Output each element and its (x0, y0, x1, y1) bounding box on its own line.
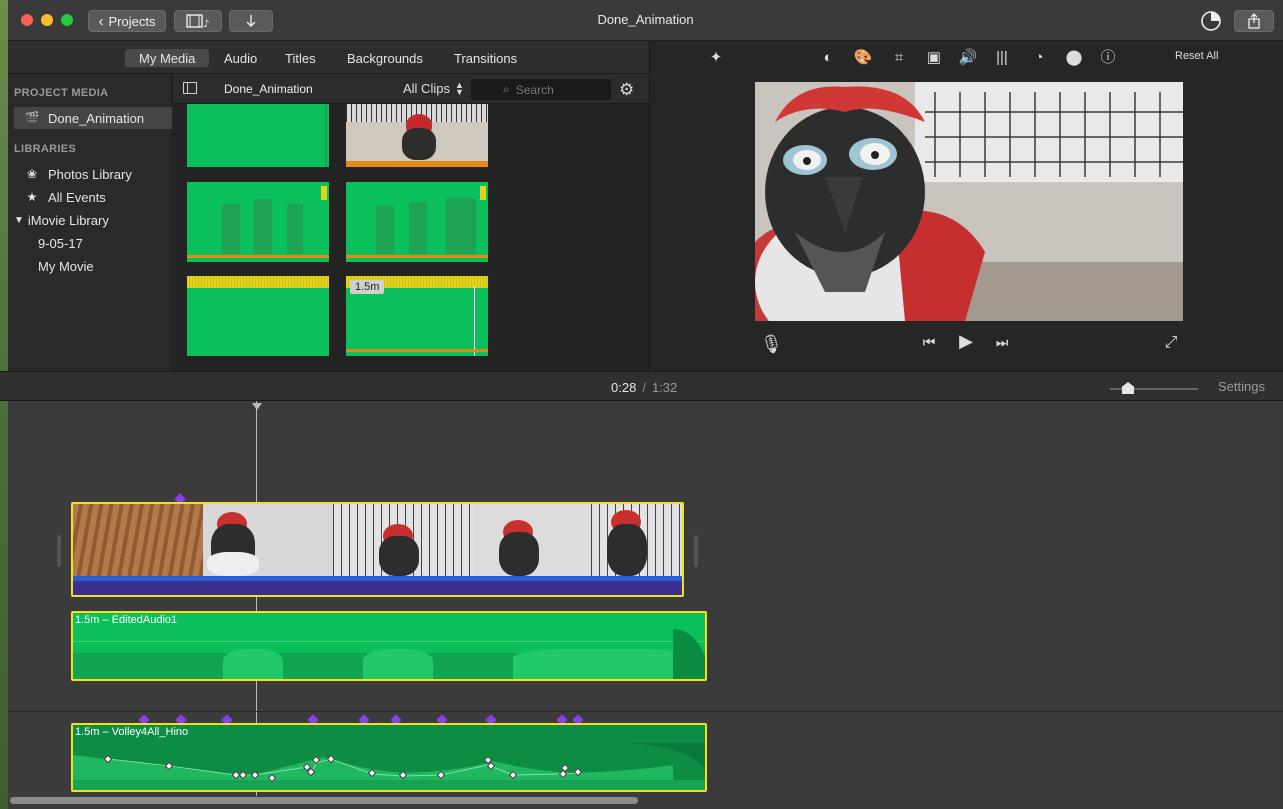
microphone-icon[interactable]: 🎙 (760, 334, 783, 355)
equalizer-icon[interactable]: ||| (992, 48, 1012, 68)
horizontal-scrollbar[interactable] (10, 797, 638, 804)
play-icon[interactable]: ▶ (955, 331, 977, 352)
sidebar-item-label: Photos Library (48, 166, 132, 182)
disclosure-triangle-icon[interactable]: ▼ (14, 215, 24, 226)
clip-grid: 1.5m (173, 104, 649, 371)
sidebar-item-imovie-library[interactable]: ▼ iMovie Library (14, 209, 172, 231)
filmstrip-frame (333, 504, 473, 576)
zoom-slider-track[interactable] (1110, 382, 1198, 394)
video-clip-thumbnail[interactable] (346, 104, 488, 167)
filmstrip-frame (473, 504, 591, 576)
clip-thumbnail[interactable] (187, 182, 329, 262)
clip-audio-strip (73, 576, 682, 581)
clip-trim-handle[interactable] (57, 535, 61, 567)
search-icon: ⌕ (503, 82, 510, 96)
speed-icon[interactable]: ◔ (1029, 48, 1049, 68)
clip-filter-label: All Clips (403, 81, 450, 96)
up-down-chevron-icon: ▲ ▼ (454, 79, 464, 97)
viewer-panel: ✦ ◐ 🎨 ⌗ ▣ 🔊 ||| ◔ ⬤ ⓘ Reset All 🎙 ⏮ ▶ ⏭ … (649, 41, 1283, 371)
tab-my-media[interactable]: My Media (125, 49, 210, 67)
magic-wand-icon[interactable]: ✦ (706, 48, 726, 68)
playhead-handle[interactable] (252, 403, 262, 410)
sidebar-item-label: iMovie Library (27, 212, 109, 228)
libraries-heading: LIBRARIES (14, 143, 76, 155)
title-bar: ‹ Projects ♪ Done_Animation (8, 0, 1283, 41)
sidebar-item-my-movie[interactable]: My Movie (14, 255, 172, 277)
skip-forward-icon[interactable]: ⏭ (993, 334, 1011, 351)
settings-button[interactable]: Settings (1218, 379, 1265, 394)
search-input[interactable]: ⌕ Search (471, 79, 611, 100)
track-divider (8, 711, 1283, 712)
clip-thumbnail[interactable]: 1.5m (346, 276, 488, 356)
audio-clip-volley4all-hino[interactable]: 1.5m – Volley4All_Hino (71, 723, 707, 792)
timeline: 1.5m – EditedAudio1 1.5m – Volley4All_Hi… (8, 401, 1283, 809)
color-palette-icon[interactable]: 🎨 (853, 48, 873, 68)
share-button[interactable] (1234, 10, 1274, 32)
search-placeholder: Search (515, 82, 554, 97)
sidebar-item-label: My Movie (38, 258, 94, 274)
sidebar-item-label: 9-05-17 (38, 235, 83, 251)
clip-thumbnail[interactable] (187, 104, 329, 167)
video-clip[interactable] (71, 502, 684, 597)
stabilization-camera-icon[interactable]: ▣ (924, 48, 944, 68)
library-sidebar: PROJECT MEDIA 🎬 Done_Animation LIBRARIES… (8, 74, 172, 371)
color-balance-icon[interactable]: ◐ (818, 48, 838, 68)
audio-clip-label: 1.5m – EditedAudio1 (75, 614, 178, 626)
sidebar-item-photos-library[interactable]: ❀ Photos Library (14, 163, 172, 185)
clip-filter-icon[interactable]: ⬤ (1064, 48, 1084, 68)
timeline-header: 0:28 / 1:32 Settings (0, 371, 1283, 401)
media-tab-bar: My Media Audio Titles Backgrounds Transi… (8, 41, 649, 74)
filmstrip-frame (73, 504, 203, 576)
clip-thumbnail[interactable] (187, 276, 329, 356)
sidebar-item-event-9-05-17[interactable]: 9-05-17 (14, 232, 172, 254)
project-media-heading: PROJECT MEDIA (14, 87, 109, 99)
tab-audio[interactable]: Audio (210, 49, 271, 67)
video-preview[interactable] (755, 82, 1183, 321)
tab-backgrounds[interactable]: Backgrounds (333, 49, 437, 67)
sidebar-item-done-animation[interactable]: 🎬 Done_Animation (14, 107, 172, 129)
star-icon: ★ (26, 190, 38, 204)
sidebar-toggle-icon[interactable] (183, 82, 197, 94)
tab-titles[interactable]: Titles (271, 49, 330, 67)
clip-thumbnail[interactable] (346, 182, 488, 262)
clip-browser-title: Done_Animation (224, 82, 313, 96)
sidebar-item-label: Done_Animation (48, 110, 145, 126)
volume-envelope (73, 743, 705, 790)
skip-back-icon[interactable]: ⏮ (920, 334, 938, 351)
audio-clip-edited-audio[interactable]: 1.5m – EditedAudio1 (71, 611, 707, 681)
tab-transitions[interactable]: Transitions (440, 49, 531, 67)
timecode-display: 0:28 / 1:32 (611, 380, 677, 395)
desktop-edge (0, 0, 8, 809)
filmstrip-frame (591, 504, 682, 576)
info-icon[interactable]: ⓘ (1098, 48, 1118, 68)
reset-all-button[interactable]: Reset All (1175, 50, 1218, 62)
current-time: 0:28 (611, 380, 637, 395)
clapperboard-icon: 🎬 (24, 111, 40, 125)
media-browser: My Media Audio Titles Backgrounds Transi… (8, 41, 649, 371)
enhance-timing-icon[interactable] (1200, 10, 1222, 32)
window-title: Done_Animation (597, 12, 694, 27)
share-icon (1248, 13, 1260, 29)
fullscreen-expand-icon[interactable]: ⤢ (1160, 334, 1182, 352)
duration-badge: 1.5m (350, 280, 385, 294)
sidebar-item-label: All Events (48, 189, 106, 205)
zoom-slider-thumb[interactable] (1122, 382, 1134, 394)
gear-icon[interactable]: ⚙ (619, 80, 634, 100)
filmstrip-frame (203, 504, 333, 576)
sidebar-item-all-events[interactable]: ★ All Events (14, 186, 172, 208)
preview-frame-image (755, 82, 1183, 321)
total-time: 1:32 (651, 380, 678, 395)
crop-icon[interactable]: ⌗ (889, 48, 909, 68)
clip-trim-handle[interactable] (694, 535, 698, 567)
photos-flower-icon: ❀ (26, 167, 38, 181)
clip-browser-header: Done_Animation All Clips ▲ ▼ ⌕ Search ⚙ (173, 74, 649, 104)
time-separator: / (642, 380, 646, 395)
clip-filter-dropdown[interactable]: All Clips ▲ ▼ (403, 79, 464, 97)
volume-icon[interactable]: 🔊 (958, 48, 978, 68)
adjustments-toolbar: ✦ ◐ 🎨 ⌗ ▣ 🔊 ||| ◔ ⬤ ⓘ Reset All (650, 41, 1283, 74)
